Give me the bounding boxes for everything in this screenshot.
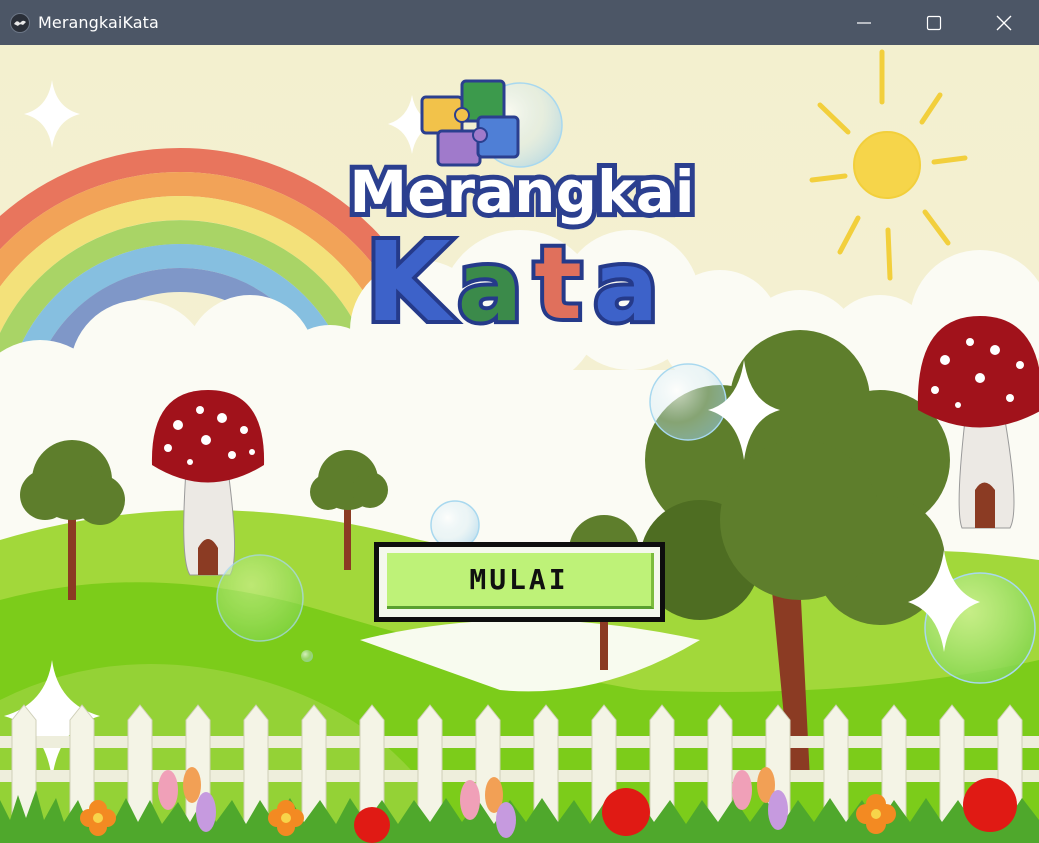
close-icon [996,15,1012,30]
start-button-face: MULAI [387,553,654,609]
close-button[interactable] [969,0,1039,45]
logo-letter-k: K [365,218,454,346]
start-button-label: MULAI [469,563,569,596]
logo-letter-a2: a [594,231,659,343]
start-button[interactable]: MULAI [374,542,665,622]
app-icon [10,12,30,33]
window-title: MerangkaiKata [38,13,159,32]
game-scene: Merangkai K a t a [0,45,1039,843]
maximize-button[interactable] [899,0,969,45]
title-bar[interactable]: MerangkaiKata [0,0,1039,45]
maximize-icon [926,15,942,30]
logo-letter-t: t [534,225,582,342]
app-window: MerangkaiKata Merangkai K a t a MULAI [0,0,1039,843]
logo-line1: Merangkai [349,158,694,226]
logo-letter-a1: a [458,231,523,343]
minimize-icon [857,21,871,24]
minimize-button[interactable] [829,0,899,45]
